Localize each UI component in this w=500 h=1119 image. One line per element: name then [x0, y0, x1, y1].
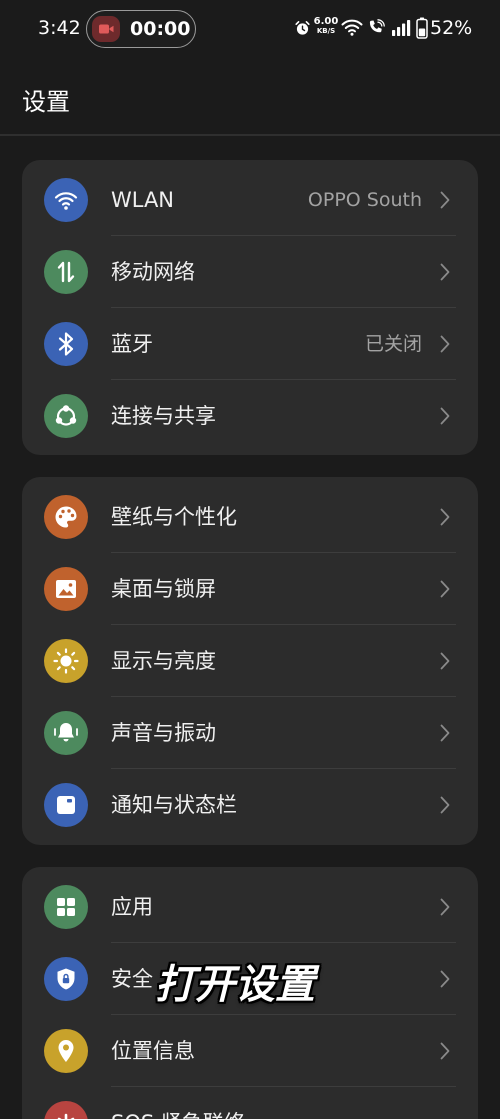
- chevron-right-icon: [440, 898, 450, 916]
- settings-item-bluetooth[interactable]: 蓝牙 已关闭: [22, 308, 478, 380]
- sun-icon: [44, 639, 88, 683]
- chevron-right-icon: [440, 407, 450, 425]
- page-title: 设置: [22, 88, 70, 116]
- settings-item-mobile-network[interactable]: 移动网络: [22, 236, 478, 308]
- signal-icon: [392, 20, 411, 36]
- settings-item-home-lock-screen[interactable]: 桌面与锁屏: [22, 553, 478, 625]
- chevron-right-icon: [440, 580, 450, 598]
- bluetooth-status-value: 已关闭: [364, 333, 422, 355]
- settings-item-label: 桌面与锁屏: [111, 577, 216, 601]
- battery-icon: [416, 17, 428, 39]
- battery-percent: 52%: [430, 17, 473, 39]
- settings-item-label: WLAN: [111, 188, 175, 212]
- chevron-right-icon: [440, 508, 450, 526]
- settings-item-wlan[interactable]: WLAN OPPO South: [22, 164, 478, 236]
- chevron-right-icon: [440, 724, 450, 742]
- chevron-right-icon: [440, 796, 450, 814]
- screen-record-timer: 00:00: [130, 18, 191, 40]
- caption-overlay: 打开设置: [155, 962, 315, 1008]
- wifi-calling-icon: [369, 19, 385, 33]
- bluetooth-icon: [44, 322, 88, 366]
- mobile-network-icon: [44, 250, 88, 294]
- settings-item-wallpaper[interactable]: 壁纸与个性化: [22, 481, 478, 553]
- settings-screen: 3:42 00:00 6.00 KB/S 52% 设置 WLAN OPPO So…: [0, 0, 500, 1119]
- wifi-status-icon: [341, 19, 363, 36]
- picture-icon: [44, 567, 88, 611]
- settings-item-label: 移动网络: [111, 260, 195, 284]
- network-speed: 6.00 KB/S: [313, 16, 339, 35]
- chevron-right-icon: [440, 1042, 450, 1060]
- status-time: 3:42: [38, 17, 81, 39]
- settings-item-label: SOS 紧急联络: [111, 1087, 245, 1119]
- notification-icon: [44, 783, 88, 827]
- settings-item-label: 显示与亮度: [111, 649, 216, 673]
- chevron-right-icon: [440, 652, 450, 670]
- settings-item-label: 声音与振动: [111, 721, 216, 745]
- settings-item-notifications-status-bar[interactable]: 通知与状态栏: [22, 769, 478, 841]
- settings-item-connection-sharing[interactable]: 连接与共享: [22, 380, 478, 452]
- settings-item-apps[interactable]: 应用: [22, 871, 478, 943]
- wifi-icon: [44, 178, 88, 222]
- bell-icon: [44, 711, 88, 755]
- network-speed-unit: KB/S: [316, 27, 336, 35]
- chevron-right-icon: [440, 970, 450, 988]
- settings-item-location[interactable]: 位置信息: [22, 1015, 478, 1087]
- settings-item-label: 壁纸与个性化: [111, 505, 237, 529]
- settings-group-personalization: 壁纸与个性化 桌面与锁屏 显示与亮度 声音与振动 通知与状态栏: [22, 477, 478, 845]
- screen-record-pill[interactable]: 00:00: [86, 10, 196, 48]
- settings-item-display-brightness[interactable]: 显示与亮度: [22, 625, 478, 697]
- chevron-right-icon: [440, 263, 450, 281]
- settings-group-connectivity: WLAN OPPO South 移动网络 蓝牙 已关闭 连接与共享: [22, 160, 478, 455]
- wlan-network-value: OPPO South: [307, 189, 422, 211]
- settings-item-sos[interactable]: SOS 紧急联络: [22, 1087, 478, 1119]
- settings-item-sound-vibration[interactable]: 声音与振动: [22, 697, 478, 769]
- shield-lock-icon: [44, 957, 88, 1001]
- status-bar: 3:42 00:00 6.00 KB/S 52%: [0, 0, 500, 56]
- settings-item-label: 通知与状态栏: [111, 793, 237, 817]
- settings-item-label: 蓝牙: [111, 332, 153, 356]
- location-pin-icon: [44, 1029, 88, 1073]
- network-speed-value: 6.00: [313, 16, 339, 27]
- apps-grid-icon: [44, 885, 88, 929]
- sos-icon: [44, 1101, 88, 1119]
- header-divider: [0, 134, 500, 136]
- battery-fill: [418, 28, 426, 37]
- screen-record-icon: [92, 15, 120, 42]
- connection-sharing-icon: [44, 394, 88, 438]
- chevron-right-icon: [440, 191, 450, 209]
- palette-icon: [44, 495, 88, 539]
- chevron-right-icon: [440, 335, 450, 353]
- alarm-icon: [295, 21, 310, 35]
- settings-item-label: 连接与共享: [111, 404, 216, 428]
- settings-item-label: 位置信息: [111, 1039, 195, 1063]
- settings-item-label: 应用: [111, 895, 153, 919]
